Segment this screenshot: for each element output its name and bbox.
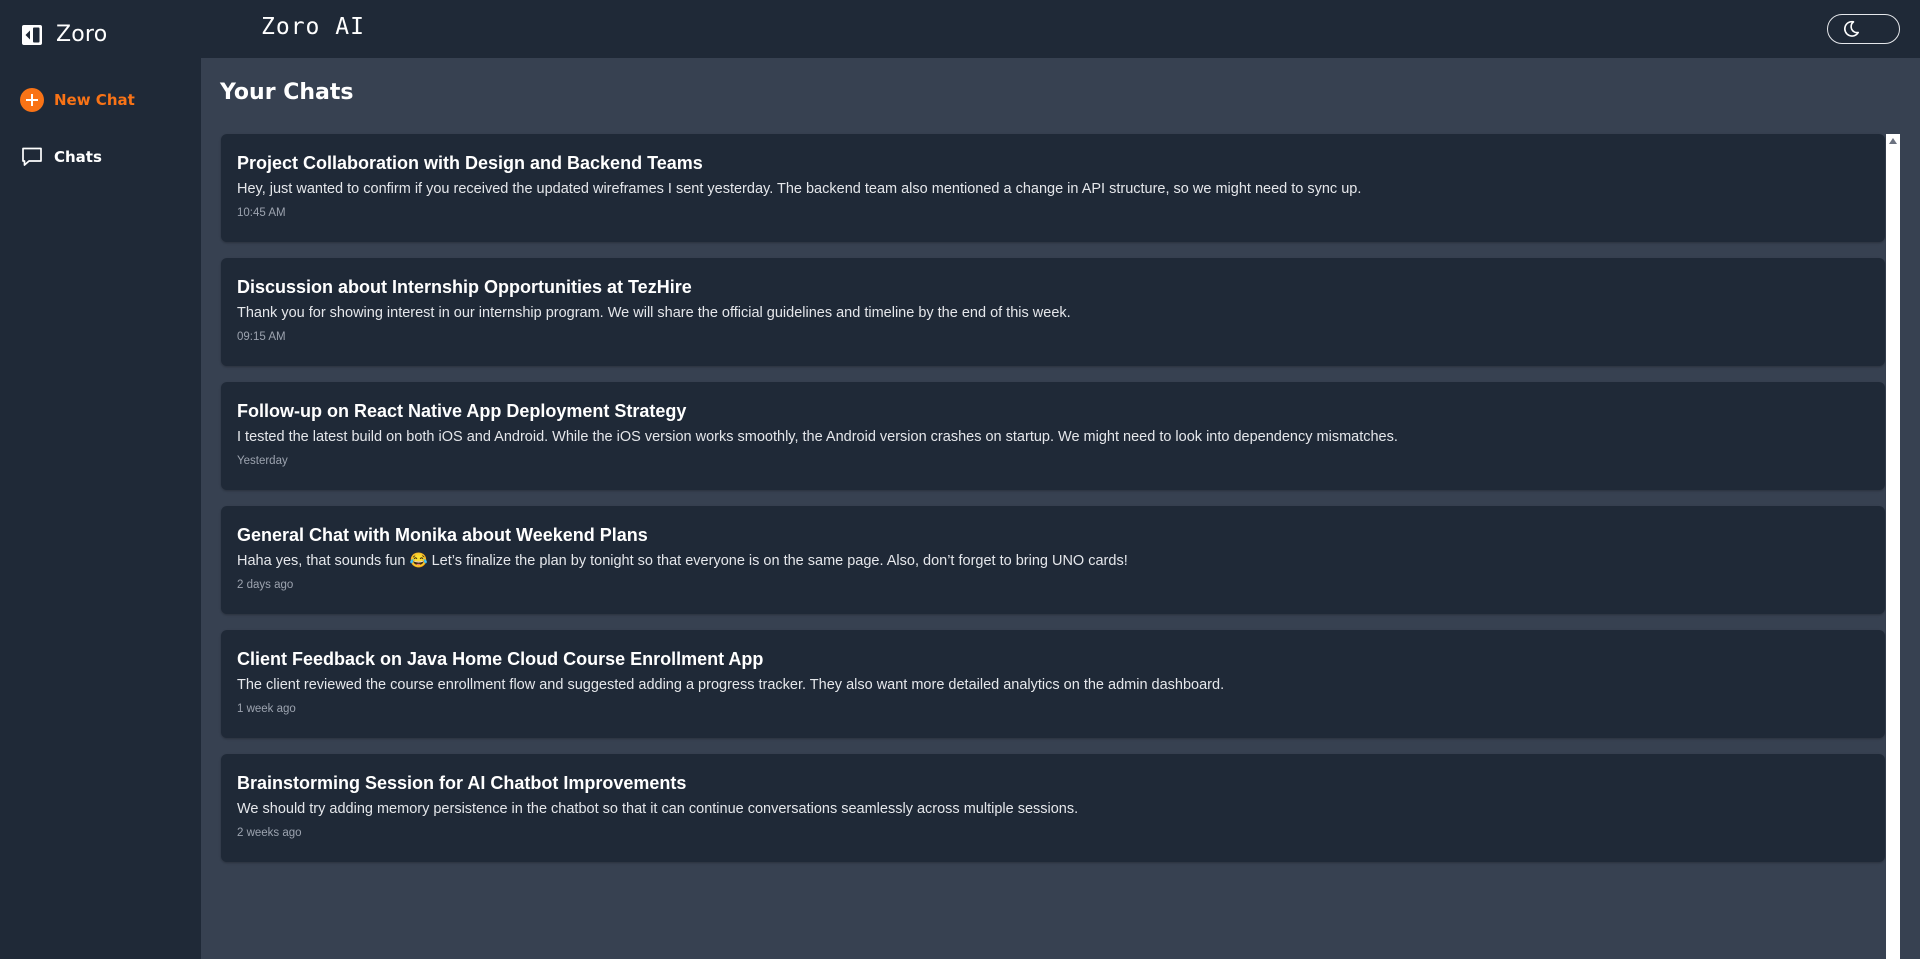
sidebar-item-chats[interactable]: Chats: [20, 145, 102, 169]
chat-title: Project Collaboration with Design and Ba…: [237, 153, 703, 173]
chat-title: Brainstorming Session for AI Chatbot Imp…: [237, 773, 687, 793]
chat-title: General Chat with Monika about Weekend P…: [237, 525, 648, 545]
chat-title: Follow-up on React Native App Deployment…: [237, 401, 687, 421]
moon-icon: [1844, 20, 1859, 37]
chat-bubble-icon: [22, 147, 42, 166]
chat-preview: I tested the latest build on both iOS an…: [237, 429, 1398, 445]
chat-preview: Thank you for showing interest in our in…: [237, 305, 1071, 321]
chat-list-item[interactable]: General Chat with Monika about Weekend P…: [221, 506, 1885, 614]
top-bar: Zoro AI: [201, 0, 1920, 58]
new-chat-label: New Chat: [54, 91, 135, 109]
sidebar-collapse-icon[interactable]: [22, 24, 42, 45]
chat-list-item[interactable]: Discussion about Internship Opportunitie…: [221, 258, 1885, 366]
app-title: Zoro AI: [261, 14, 365, 40]
main-content: Your Chats Project Collaboration with De…: [201, 58, 1920, 959]
chat-list-item[interactable]: Brainstorming Session for AI Chatbot Imp…: [221, 754, 1885, 862]
chat-timestamp: 1 week ago: [237, 703, 296, 715]
sidebar-item-label: Chats: [54, 148, 102, 166]
page-title: Your Chats: [220, 80, 354, 105]
scroll-up-arrow-icon[interactable]: [1889, 138, 1897, 144]
sidebar: Zoro New Chat Chats: [0, 0, 201, 959]
chat-timestamp: 10:45 AM: [237, 207, 286, 219]
chat-preview: Hey, just wanted to confirm if you recei…: [237, 181, 1362, 197]
chat-preview: The client reviewed the course enrollmen…: [237, 677, 1225, 693]
chat-list-item[interactable]: Client Feedback on Java Home Cloud Cours…: [221, 630, 1885, 738]
chat-title: Discussion about Internship Opportunitie…: [237, 277, 692, 297]
new-chat-button[interactable]: New Chat: [20, 88, 135, 112]
brand-title: Zoro: [56, 22, 108, 47]
sidebar-toggle[interactable]: Zoro: [22, 22, 107, 47]
theme-toggle-button[interactable]: [1827, 14, 1900, 44]
chat-preview: Haha yes, that sounds fun 😂 Let’s finali…: [237, 553, 1128, 569]
chat-list-item[interactable]: Project Collaboration with Design and Ba…: [221, 134, 1885, 242]
chat-list: Project Collaboration with Design and Ba…: [221, 134, 1885, 878]
chat-timestamp: 2 weeks ago: [237, 827, 302, 839]
chat-list-scrollbar[interactable]: [1886, 134, 1900, 959]
chat-preview: We should try adding memory persistence …: [237, 801, 1079, 817]
chat-title: Client Feedback on Java Home Cloud Cours…: [237, 649, 764, 669]
chat-timestamp: Yesterday: [237, 455, 288, 467]
chat-list-item[interactable]: Follow-up on React Native App Deployment…: [221, 382, 1885, 490]
chat-timestamp: 2 days ago: [237, 579, 294, 591]
plus-circle-icon: [20, 88, 44, 112]
chat-timestamp: 09:15 AM: [237, 331, 286, 343]
